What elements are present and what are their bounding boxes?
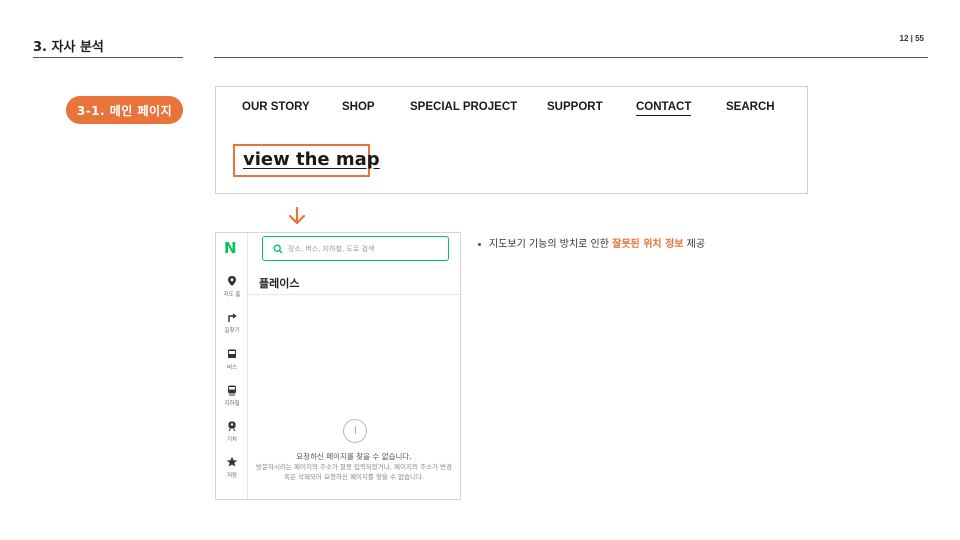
naver-logo[interactable]: N — [224, 239, 237, 257]
section-title: 3. 자사 분석 — [33, 40, 104, 55]
note-highlight: 잘못된 위치 정보 — [612, 239, 684, 250]
rail-label: 지하철 — [224, 401, 240, 407]
website-screenshot: OUR STORY SHOP SPECIAL PROJECT SUPPORT C… — [215, 86, 808, 194]
rail-item-subway[interactable]: 지하철 — [216, 384, 248, 407]
analysis-note: 지도보기 기능의 방치로 인한 잘못된 위치 정보 제공 — [478, 235, 705, 250]
sub-section-badge: 3-1. 메인 페이지 — [66, 96, 183, 124]
section-divider-right — [214, 57, 928, 58]
nav-shop[interactable]: SHOP — [342, 101, 375, 113]
train-icon — [228, 421, 236, 432]
naver-map-screenshot: N 지도 홈 길찾기 버스 지하철 기차 저장 장소, 버스, 지하철, 도로 … — [215, 232, 461, 500]
bullet-dot — [478, 242, 481, 246]
rail-label: 지도 홈 — [223, 292, 241, 298]
subway-icon — [228, 385, 236, 396]
map-search-box[interactable]: 장소, 버스, 지하철, 도로 검색 — [262, 236, 449, 261]
rail-label: 길찾기 — [224, 328, 240, 334]
map-pin-icon — [228, 276, 236, 286]
error-detail: 방문하시려는 페이지의 주소가 잘못 입력되었거나, 페이지의 주소가 변경 혹… — [256, 463, 452, 481]
error-title: 요청하신 페이지를 찾을 수 없습니다. — [296, 452, 412, 461]
rail-item-saved[interactable]: 저장 — [216, 456, 248, 479]
rail-label: 기차 — [226, 437, 238, 443]
search-icon — [273, 243, 283, 253]
map-side-rail: N 지도 홈 길찾기 버스 지하철 기차 저장 — [216, 233, 248, 499]
note-suffix: 제공 — [683, 239, 706, 250]
map-link-highlight: view the map — [233, 144, 380, 177]
rail-item-map-home[interactable]: 지도 홈 — [216, 275, 248, 298]
nav-support[interactable]: SUPPORT — [547, 101, 603, 113]
place-panel-header: 플레이스 — [248, 267, 460, 295]
rail-label: 버스 — [226, 365, 238, 371]
view-map-link[interactable]: view the map — [243, 149, 380, 170]
place-panel-title: 플레이스 — [259, 277, 300, 290]
arrow-down-icon — [288, 206, 306, 225]
section-divider-left — [33, 57, 183, 58]
nav-our-story[interactable]: OUR STORY — [242, 101, 310, 113]
rail-label: 저장 — [226, 473, 238, 479]
star-icon — [226, 456, 238, 467]
note-prefix: 지도보기 기능의 방치로 인한 — [489, 239, 613, 250]
nav-search[interactable]: SEARCH — [726, 101, 775, 113]
directions-icon — [228, 313, 237, 322]
bus-icon — [228, 349, 236, 358]
error-icon — [343, 419, 367, 443]
search-placeholder: 장소, 버스, 지하철, 도로 검색 — [288, 244, 375, 253]
rail-item-directions[interactable]: 길찾기 — [216, 311, 248, 334]
nav-special-project[interactable]: SPECIAL PROJECT — [410, 101, 517, 113]
rail-item-train[interactable]: 기차 — [216, 420, 248, 443]
nav-contact[interactable]: CONTACT — [636, 101, 692, 116]
page-number: 12 | 55 — [899, 34, 924, 43]
rail-item-bus[interactable]: 버스 — [216, 348, 248, 371]
